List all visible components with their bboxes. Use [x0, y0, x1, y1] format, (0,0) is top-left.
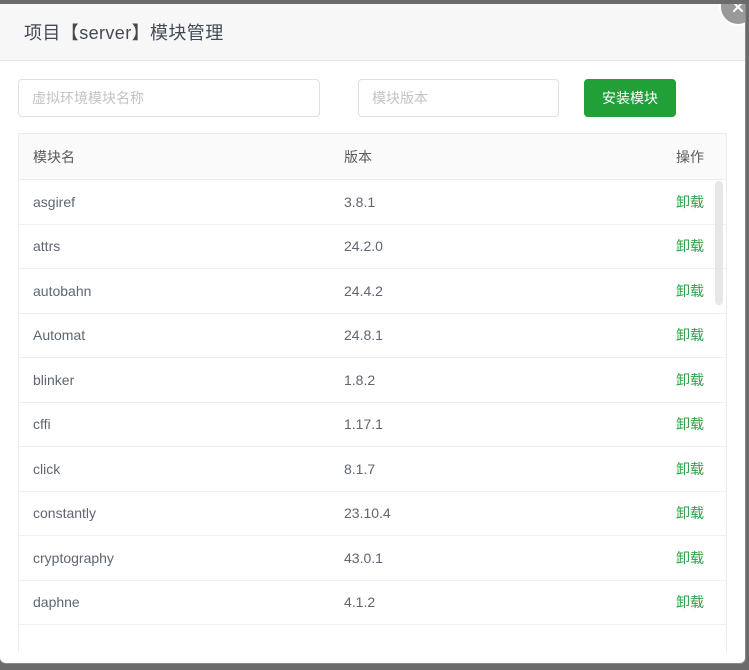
cell-module-version: 1.8.2: [344, 371, 376, 388]
dialog-header: 项目【server】模块管理: [0, 4, 745, 61]
uninstall-link[interactable]: 卸载: [676, 505, 704, 521]
cell-module-version: 24.8.1: [344, 327, 383, 344]
column-header-name: 模块名: [33, 148, 75, 165]
cell-module-name: autobahn: [33, 282, 92, 299]
cell-module-version: 4.1.2: [344, 594, 376, 611]
uninstall-link[interactable]: 卸载: [676, 416, 704, 432]
uninstall-link[interactable]: 卸载: [676, 327, 704, 343]
table-row[interactable]: click 8.1.7 卸载: [19, 447, 726, 492]
scrollbar-thumb[interactable]: [715, 181, 723, 305]
module-name-input[interactable]: [18, 79, 320, 117]
table-scrollbar[interactable]: [714, 181, 724, 653]
cell-module-version: 24.4.2: [344, 282, 383, 299]
page-title: 项目【server】模块管理: [24, 23, 224, 43]
module-management-dialog: 项目【server】模块管理 安装模块 模块名 版本 操作 asgiref 3.…: [0, 4, 746, 664]
module-table: 模块名 版本 操作 asgiref 3.8.1 卸载 attrs 24.2.0 …: [18, 133, 727, 653]
cell-module-name: blinker: [33, 371, 75, 388]
uninstall-link[interactable]: 卸载: [676, 550, 704, 566]
table-row[interactable]: blinker 1.8.2 卸载: [19, 358, 726, 403]
cell-module-version: 1.17.1: [344, 416, 383, 433]
column-header-action: 操作: [676, 148, 704, 165]
cell-module-version: 8.1.7: [344, 460, 376, 477]
cell-module-version: 23.10.4: [344, 505, 391, 522]
cell-module-name: cryptography: [33, 549, 114, 566]
table-row[interactable]: autobahn 24.4.2 卸载: [19, 269, 726, 314]
uninstall-link[interactable]: 卸载: [676, 372, 704, 388]
table-row[interactable]: attrs 24.2.0 卸载: [19, 225, 726, 269]
uninstall-link[interactable]: 卸载: [676, 461, 704, 477]
table-row[interactable]: cffi 1.17.1 卸载: [19, 403, 726, 447]
close-icon[interactable]: [719, 4, 745, 26]
cell-module-name: daphne: [33, 594, 80, 611]
uninstall-link[interactable]: 卸载: [676, 283, 704, 299]
uninstall-link[interactable]: 卸载: [676, 194, 704, 210]
uninstall-link[interactable]: 卸载: [676, 238, 704, 254]
cell-module-name: asgiref: [33, 193, 76, 210]
table-header-row: 模块名 版本 操作: [19, 134, 726, 180]
uninstall-link[interactable]: 卸载: [676, 594, 704, 610]
cell-module-name: Automat: [33, 327, 86, 344]
table-row[interactable]: asgiref 3.8.1 卸载: [19, 180, 726, 225]
cell-module-name: cffi: [33, 416, 51, 433]
install-form: 安装模块: [18, 79, 727, 117]
table-row[interactable]: cryptography 43.0.1 卸载: [19, 536, 726, 581]
table-row[interactable]: daphne 4.1.2 卸载: [19, 581, 726, 625]
dialog-body: 安装模块 模块名 版本 操作 asgiref 3.8.1 卸载 attrs 24…: [0, 61, 745, 663]
table-row-partial[interactable]: [19, 625, 726, 653]
table-scroll-area[interactable]: asgiref 3.8.1 卸载 attrs 24.2.0 卸载 autobah…: [19, 180, 726, 653]
cell-module-name: click: [33, 460, 61, 477]
cell-module-name: constantly: [33, 505, 97, 522]
table-row[interactable]: Automat 24.8.1 卸载: [19, 314, 726, 358]
cell-module-version: 43.0.1: [344, 549, 383, 566]
cell-module-name: attrs: [33, 238, 61, 255]
table-row[interactable]: constantly 23.10.4 卸载: [19, 492, 726, 536]
install-module-button[interactable]: 安装模块: [584, 79, 676, 117]
cell-module-version: 24.2.0: [344, 238, 383, 255]
module-version-input[interactable]: [358, 79, 559, 117]
cell-module-version: 3.8.1: [344, 193, 376, 210]
column-header-version: 版本: [344, 148, 372, 165]
